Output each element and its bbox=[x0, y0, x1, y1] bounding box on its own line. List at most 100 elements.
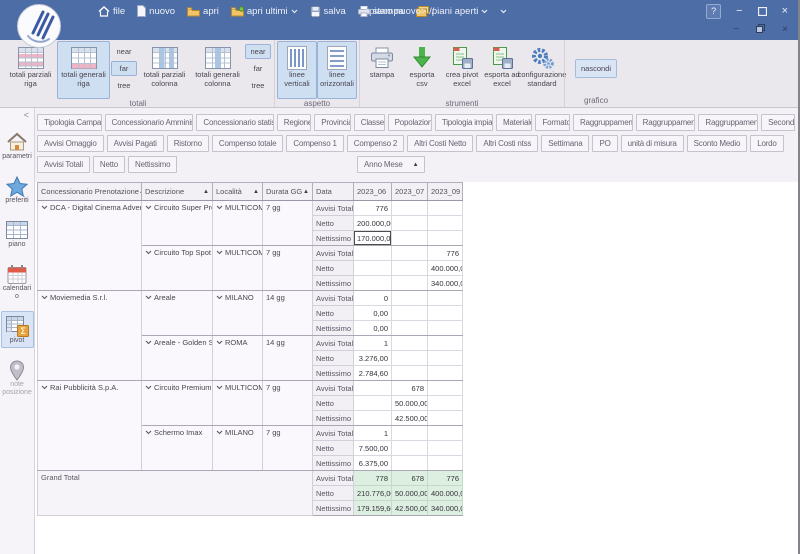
measure-label-cell[interactable]: Netto bbox=[313, 486, 354, 501]
sidebar-item-parametri[interactable]: parametri bbox=[1, 127, 34, 164]
mdi-restore-button[interactable] bbox=[756, 24, 765, 36]
field-chip-tipologia-campagna[interactable]: Tipologia Campagna bbox=[37, 114, 102, 131]
column-header-2023-07[interactable]: 2023_07 bbox=[392, 183, 428, 201]
totali-parziali-riga-button[interactable]: totali parziali riga bbox=[4, 41, 57, 99]
row-group-durata[interactable]: 7 gg bbox=[263, 381, 313, 426]
field-chip-classe[interactable]: Classe bbox=[354, 114, 385, 131]
value-cell[interactable] bbox=[354, 381, 392, 396]
row-group-descrizione[interactable]: Areale - Golden Spot bbox=[142, 336, 213, 381]
sidebar-item-note-posizione[interactable]: note posizione bbox=[1, 355, 34, 400]
field-chip-netto[interactable]: Netto bbox=[93, 156, 125, 173]
far-toggle-button[interactable]: far bbox=[245, 61, 271, 76]
totali-generali-riga-button[interactable]: totali generali riga bbox=[57, 41, 110, 99]
field-chip-raggruppamento2[interactable]: Raggruppamento2 bbox=[636, 114, 696, 131]
linee-verticali-button[interactable]: linee verticali bbox=[277, 41, 317, 99]
value-cell[interactable] bbox=[428, 441, 463, 456]
field-chip-anno-mese[interactable]: Anno Mese▲ bbox=[357, 156, 425, 173]
measure-label-cell[interactable]: Avvisi Totali bbox=[313, 336, 354, 351]
value-cell[interactable] bbox=[392, 216, 428, 231]
column-header-data[interactable]: Data bbox=[313, 183, 354, 201]
row-group-concessionario[interactable]: Moviemedia S.r.l. bbox=[38, 291, 142, 381]
row-group-descrizione[interactable]: Areale bbox=[142, 291, 213, 336]
measure-label-cell[interactable]: Avvisi Totali bbox=[313, 201, 354, 216]
grand-total-value-cell[interactable]: 42.500,00 bbox=[392, 501, 428, 516]
measure-label-cell[interactable]: Netto bbox=[313, 441, 354, 456]
measure-label-cell[interactable]: Nettissimo bbox=[313, 231, 354, 246]
column-header-concessionario-prenotazione[interactable]: Concessionario Prenotazione▲ bbox=[38, 183, 142, 201]
row-group-localita[interactable]: MULTICOMUNE bbox=[213, 246, 263, 291]
field-chip-concessionario-statistiche[interactable]: Concessionario statistiche bbox=[196, 114, 273, 131]
value-cell[interactable]: 2.784,60 bbox=[354, 366, 392, 381]
grand-total-value-cell[interactable]: 340.000,00 bbox=[428, 501, 463, 516]
value-cell[interactable] bbox=[428, 456, 463, 471]
value-cell[interactable]: 3.276,00 bbox=[354, 351, 392, 366]
row-group-localita[interactable]: MILANO bbox=[213, 291, 263, 336]
value-cell[interactable] bbox=[392, 261, 428, 276]
value-cell[interactable] bbox=[392, 306, 428, 321]
grand-total-label-cell[interactable]: Grand Total bbox=[38, 471, 313, 516]
value-cell[interactable] bbox=[354, 276, 392, 291]
near-toggle-button[interactable]: near bbox=[245, 44, 271, 59]
esporta-csv-button[interactable]: esporta csv bbox=[402, 41, 442, 99]
field-chip-raggruppamento1[interactable]: Raggruppamento1 bbox=[573, 114, 633, 131]
menu-item-apri[interactable]: apri bbox=[181, 0, 225, 22]
measure-label-cell[interactable]: Nettissimo bbox=[313, 456, 354, 471]
totali-generali-colonna-button[interactable]: totali generali colonna bbox=[191, 41, 244, 99]
row-group-durata[interactable]: 7 gg bbox=[263, 246, 313, 291]
row-group-concessionario[interactable]: DCA - Digital Cinema Advertising S.r.l. bbox=[38, 201, 142, 291]
row-group-durata[interactable]: 14 gg bbox=[263, 291, 313, 336]
value-cell[interactable] bbox=[392, 366, 428, 381]
measure-label-cell[interactable]: Nettissimo bbox=[313, 321, 354, 336]
value-cell[interactable]: 50.000,00 bbox=[392, 396, 428, 411]
measure-label-cell[interactable]: Nettissimo bbox=[313, 366, 354, 381]
value-cell[interactable] bbox=[354, 246, 392, 261]
value-cell[interactable]: 200.000,00 bbox=[354, 216, 392, 231]
value-cell[interactable]: 776 bbox=[428, 246, 463, 261]
measure-label-cell[interactable]: Avvisi Totali bbox=[313, 291, 354, 306]
field-chip-compenso-1[interactable]: Compenso 1 bbox=[286, 135, 343, 152]
value-cell[interactable] bbox=[428, 306, 463, 321]
value-cell[interactable]: 776 bbox=[354, 201, 392, 216]
value-cell[interactable] bbox=[392, 456, 428, 471]
menu-item-salva[interactable]: salva bbox=[304, 0, 352, 22]
row-group-descrizione[interactable]: Circuito Top Spot bbox=[142, 246, 213, 291]
near-toggle-button[interactable]: near bbox=[111, 44, 137, 59]
value-cell[interactable]: 170.000,00 bbox=[354, 231, 392, 246]
value-cell[interactable]: 0 bbox=[354, 291, 392, 306]
value-cell[interactable] bbox=[428, 366, 463, 381]
grand-total-value-cell[interactable]: 179.159,60 bbox=[354, 501, 392, 516]
field-chip-avvisi-totali[interactable]: Avvisi Totali bbox=[37, 156, 90, 173]
measure-label-cell[interactable]: Netto bbox=[313, 396, 354, 411]
value-cell[interactable]: 6.375,00 bbox=[354, 456, 392, 471]
measure-label-cell[interactable]: Nettissimo bbox=[313, 276, 354, 291]
value-cell[interactable] bbox=[392, 351, 428, 366]
close-button[interactable]: × bbox=[782, 6, 788, 17]
value-cell[interactable]: 0,00 bbox=[354, 306, 392, 321]
field-chip-altri-costi-ntss[interactable]: Altri Costi ntss bbox=[476, 135, 538, 152]
row-group-localita[interactable]: ROMA bbox=[213, 336, 263, 381]
field-chip-unit-di-misura[interactable]: unità di misura bbox=[621, 135, 684, 152]
value-cell[interactable] bbox=[392, 321, 428, 336]
grand-total-value-cell[interactable]: 210.776,00 bbox=[354, 486, 392, 501]
field-chip-ristorno[interactable]: Ristorno bbox=[167, 135, 209, 152]
far-toggle-button[interactable]: far bbox=[111, 61, 137, 76]
value-cell[interactable] bbox=[428, 321, 463, 336]
column-header-2023-06[interactable]: 2023_06 bbox=[354, 183, 392, 201]
value-cell[interactable] bbox=[392, 291, 428, 306]
value-cell[interactable]: 1 bbox=[354, 426, 392, 441]
field-chip-nettissimo[interactable]: Nettissimo bbox=[128, 156, 177, 173]
column-header-descrizione[interactable]: Descrizione▲ bbox=[142, 183, 213, 201]
minimize-button[interactable]: − bbox=[736, 6, 742, 17]
grand-total-value-cell[interactable]: 776 bbox=[428, 471, 463, 486]
measure-label-cell[interactable]: Nettissimo bbox=[313, 501, 354, 516]
totali-parziali-colonna-button[interactable]: totali parziali colonna bbox=[138, 41, 191, 99]
column-header-durata-gg[interactable]: Durata GG▲ bbox=[263, 183, 313, 201]
grand-total-value-cell[interactable]: 400.000,00 bbox=[428, 486, 463, 501]
row-group-durata[interactable]: 7 gg bbox=[263, 426, 313, 471]
measure-label-cell[interactable]: Netto bbox=[313, 351, 354, 366]
value-cell[interactable]: 0,00 bbox=[354, 321, 392, 336]
nascondi-button[interactable]: nascondi bbox=[575, 59, 617, 78]
sidebar-item-piano[interactable]: piano bbox=[1, 215, 34, 252]
value-cell[interactable] bbox=[354, 396, 392, 411]
maximize-button[interactable] bbox=[758, 7, 767, 16]
